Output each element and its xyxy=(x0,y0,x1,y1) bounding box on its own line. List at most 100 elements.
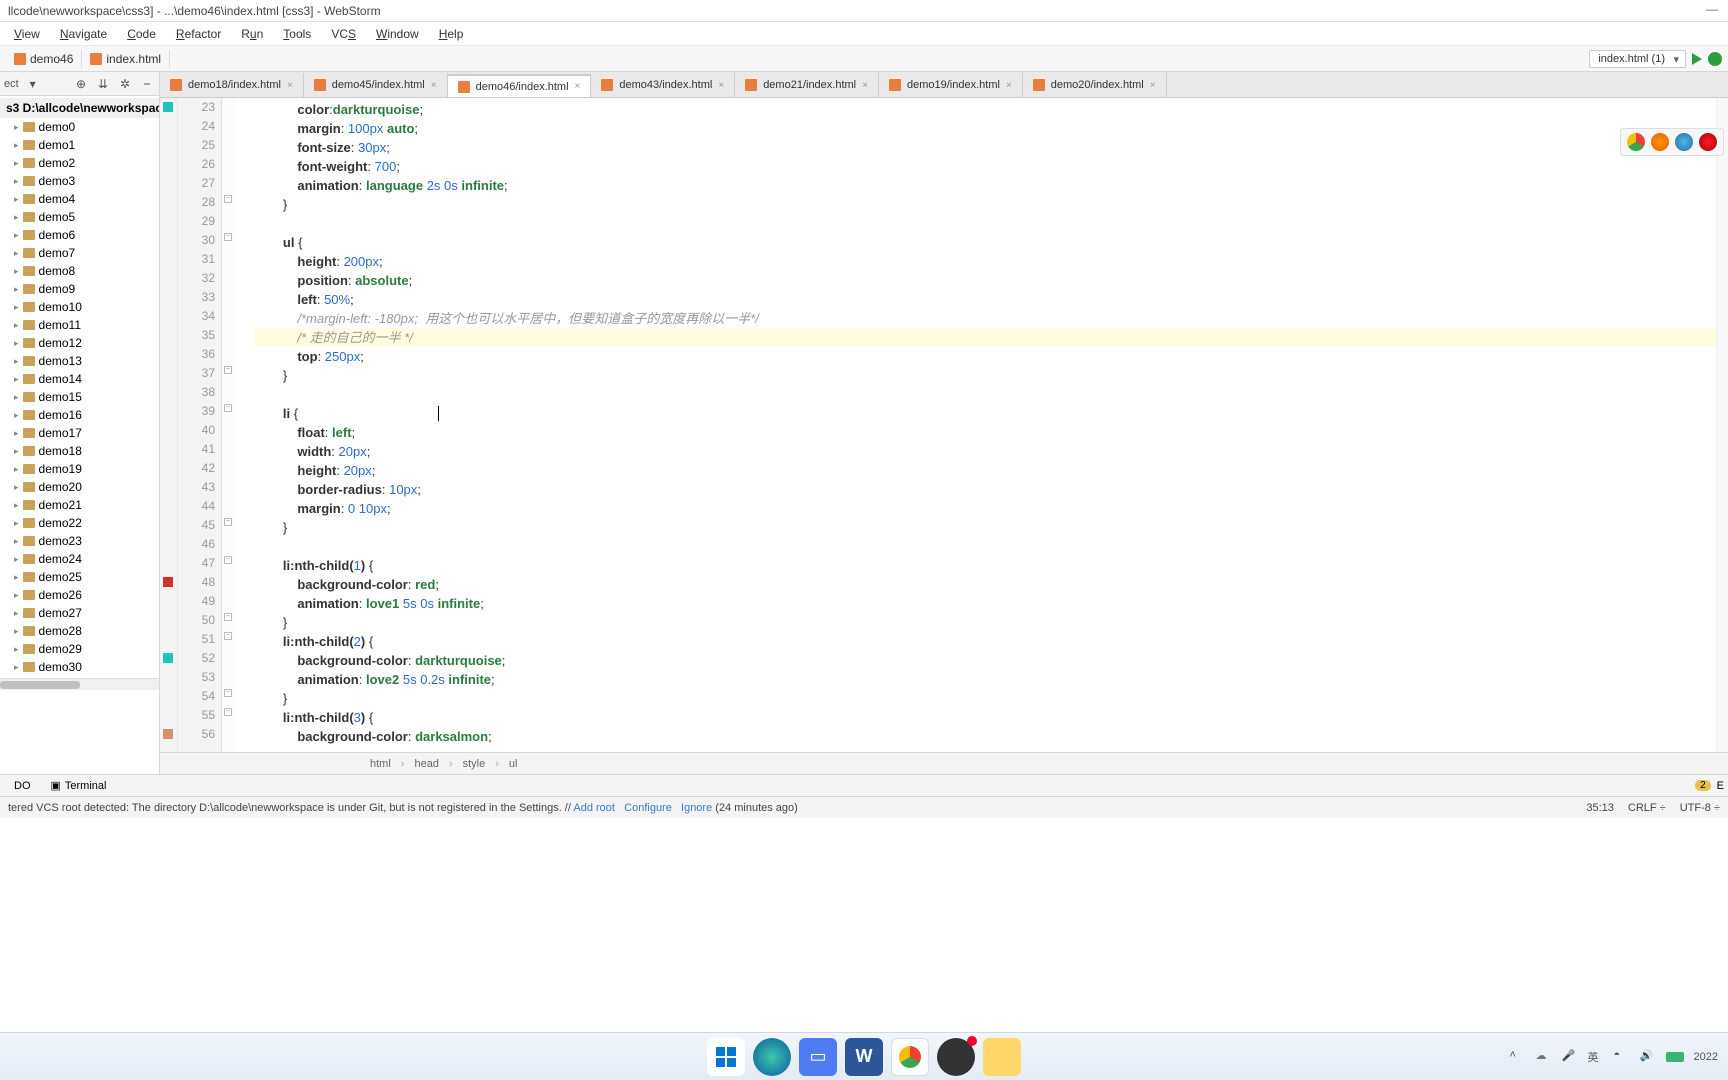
tree-folder-demo29[interactable]: ▸demo29 xyxy=(0,640,159,658)
tree-folder-demo27[interactable]: ▸demo27 xyxy=(0,604,159,622)
event-log-label[interactable]: E xyxy=(1717,780,1724,792)
code-line-24[interactable]: margin: 100px auto; xyxy=(254,119,1728,138)
tab-demo43-index-html[interactable]: demo43/index.html× xyxy=(591,73,735,97)
tree-folder-demo24[interactable]: ▸demo24 xyxy=(0,550,159,568)
menu-code[interactable]: Code xyxy=(117,25,166,43)
code-line-26[interactable]: font-weight: 700; xyxy=(254,157,1728,176)
start-icon[interactable] xyxy=(707,1038,745,1076)
code-line-32[interactable]: position: absolute; xyxy=(254,271,1728,290)
code-crumb-head[interactable]: head xyxy=(414,758,438,770)
tray-chevron-icon[interactable]: ˄ xyxy=(1510,1049,1526,1065)
fold-marker[interactable]: − xyxy=(224,366,232,374)
fold-marker[interactable]: − xyxy=(224,195,232,203)
file-encoding[interactable]: UTF-8 ÷ xyxy=(1680,802,1720,814)
caret-position[interactable]: 35:13 xyxy=(1586,802,1614,814)
code-line-34[interactable]: /*margin-left: -180px; 用这个也可以水平居中，但要知道盒子… xyxy=(254,309,1728,328)
menu-view[interactable]: View xyxy=(4,25,50,43)
sidebar-scrollbar[interactable] xyxy=(0,678,159,690)
target-icon[interactable]: ⊕ xyxy=(73,76,89,92)
tray-battery-icon[interactable] xyxy=(1666,1052,1684,1062)
fold-marker[interactable]: − xyxy=(224,613,232,621)
tab-demo21-index-html[interactable]: demo21/index.html× xyxy=(735,73,879,97)
menu-refactor[interactable]: Refactor xyxy=(166,25,231,43)
gutter-color-swatch[interactable] xyxy=(163,102,173,112)
tree-folder-demo12[interactable]: ▸demo12 xyxy=(0,334,159,352)
code-line-54[interactable]: } xyxy=(254,689,1728,708)
code-line-30[interactable]: ul { xyxy=(254,233,1728,252)
code-line-23[interactable]: color:darkturquoise; xyxy=(254,100,1728,119)
event-badge[interactable]: 2 xyxy=(1695,780,1711,791)
tree-folder-demo11[interactable]: ▸demo11 xyxy=(0,316,159,334)
dropdown-icon[interactable]: ▾ xyxy=(25,76,41,92)
fold-marker[interactable]: − xyxy=(224,518,232,526)
tray-wifi-icon[interactable]: ◓ xyxy=(1614,1049,1630,1065)
close-icon[interactable]: × xyxy=(1150,80,1156,91)
tree-folder-demo5[interactable]: ▸demo5 xyxy=(0,208,159,226)
close-icon[interactable]: × xyxy=(431,80,437,91)
code-line-52[interactable]: background-color: darkturquoise; xyxy=(254,651,1728,670)
code-line-42[interactable]: height: 20px; xyxy=(254,461,1728,480)
tree-folder-demo20[interactable]: ▸demo20 xyxy=(0,478,159,496)
tab-demo19-index-html[interactable]: demo19/index.html× xyxy=(879,73,1023,97)
code-line-37[interactable]: } xyxy=(254,366,1728,385)
code-line-43[interactable]: border-radius: 10px; xyxy=(254,480,1728,499)
tray-onedrive-icon[interactable]: ☁ xyxy=(1536,1049,1552,1065)
gutter-color-swatch[interactable] xyxy=(163,577,173,587)
chrome-icon[interactable] xyxy=(1627,133,1645,151)
project-label[interactable]: ect xyxy=(4,76,19,92)
fold-marker[interactable]: − xyxy=(224,556,232,564)
code-crumb-style[interactable]: style xyxy=(463,758,486,770)
tree-folder-demo16[interactable]: ▸demo16 xyxy=(0,406,159,424)
tree-folder-demo8[interactable]: ▸demo8 xyxy=(0,262,159,280)
line-separator[interactable]: CRLF ÷ xyxy=(1628,802,1666,814)
chrome-taskbar-icon[interactable] xyxy=(891,1038,929,1076)
collapse-icon[interactable]: ⇊ xyxy=(95,76,111,92)
project-root[interactable]: s3 D:\allcode\newworkspace xyxy=(0,98,159,118)
code-line-38[interactable] xyxy=(254,385,1728,404)
tree-folder-demo1[interactable]: ▸demo1 xyxy=(0,136,159,154)
fold-marker[interactable]: − xyxy=(224,233,232,241)
code-line-25[interactable]: font-size: 30px; xyxy=(254,138,1728,157)
code-line-47[interactable]: li:nth-child(1) { xyxy=(254,556,1728,575)
status-configure[interactable]: Configure xyxy=(624,802,672,814)
tree-folder-demo25[interactable]: ▸demo25 xyxy=(0,568,159,586)
menu-window[interactable]: Window xyxy=(366,25,429,43)
breadcrumb-folder[interactable]: demo46 xyxy=(6,50,82,68)
tray-lang-icon[interactable]: 英 xyxy=(1588,1049,1604,1065)
scrollbar-thumb[interactable] xyxy=(0,681,80,689)
tree-folder-demo0[interactable]: ▸demo0 xyxy=(0,118,159,136)
tree-folder-demo4[interactable]: ▸demo4 xyxy=(0,190,159,208)
close-icon[interactable]: × xyxy=(575,81,581,92)
code-text[interactable]: color:darkturquoise; margin: 100px auto;… xyxy=(236,98,1728,752)
hide-icon[interactable]: ⎯ xyxy=(139,76,155,92)
code-crumb-ul[interactable]: ul xyxy=(509,758,518,770)
close-icon[interactable]: × xyxy=(718,80,724,91)
explorer-icon[interactable] xyxy=(983,1038,1021,1076)
code-line-29[interactable] xyxy=(254,214,1728,233)
tree-folder-demo26[interactable]: ▸demo26 xyxy=(0,586,159,604)
menu-vcs[interactable]: VCS xyxy=(321,25,366,43)
close-icon[interactable]: × xyxy=(287,80,293,91)
tree-folder-demo2[interactable]: ▸demo2 xyxy=(0,154,159,172)
obs-icon[interactable] xyxy=(937,1038,975,1076)
code-line-50[interactable]: } xyxy=(254,613,1728,632)
minimize-icon[interactable]: — xyxy=(1706,2,1718,16)
tab-demo18-index-html[interactable]: demo18/index.html× xyxy=(160,73,304,97)
tray-time[interactable]: 2022 xyxy=(1694,1051,1718,1063)
word-icon[interactable]: W xyxy=(845,1038,883,1076)
tree-folder-demo28[interactable]: ▸demo28 xyxy=(0,622,159,640)
tree-folder-demo6[interactable]: ▸demo6 xyxy=(0,226,159,244)
status-ignore[interactable]: Ignore xyxy=(681,802,712,814)
menu-help[interactable]: Help xyxy=(429,25,474,43)
tree-folder-demo17[interactable]: ▸demo17 xyxy=(0,424,159,442)
tree-folder-demo3[interactable]: ▸demo3 xyxy=(0,172,159,190)
code-line-51[interactable]: li:nth-child(2) { xyxy=(254,632,1728,651)
tree-folder-demo19[interactable]: ▸demo19 xyxy=(0,460,159,478)
safari-icon[interactable] xyxy=(1675,133,1693,151)
tree-folder-demo9[interactable]: ▸demo9 xyxy=(0,280,159,298)
tree-folder-demo30[interactable]: ▸demo30 xyxy=(0,658,159,676)
code-line-49[interactable]: animation: love1 5s 0s infinite; xyxy=(254,594,1728,613)
code-line-55[interactable]: li:nth-child(3) { xyxy=(254,708,1728,727)
code-line-56[interactable]: background-color: darksalmon; xyxy=(254,727,1728,746)
code-line-39[interactable]: li { xyxy=(254,404,1728,423)
